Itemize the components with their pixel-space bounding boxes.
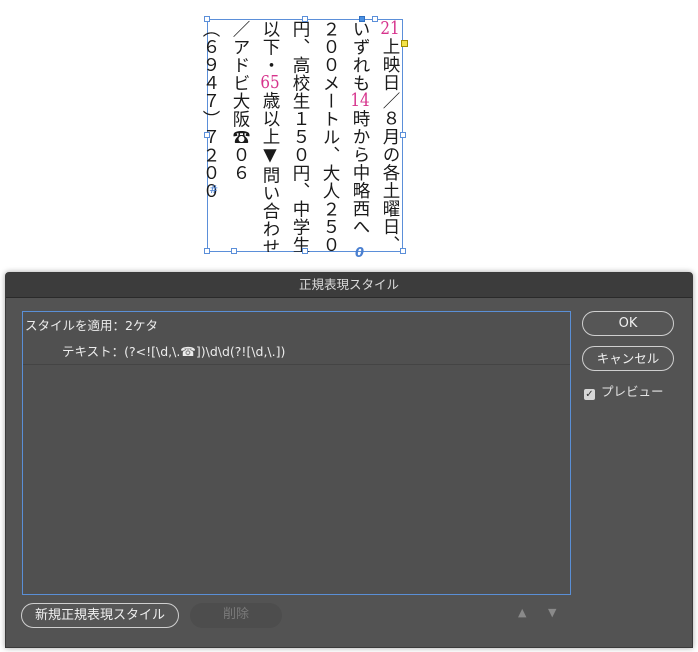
text-run: 円、高校生１５０円、中学生 bbox=[290, 20, 310, 252]
text-column: 以下・65歳以上▼問い合わせ bbox=[255, 20, 285, 252]
handle-bottom-center[interactable] bbox=[231, 248, 237, 254]
text-column: いずれも14時から中略西へ bbox=[345, 20, 375, 252]
preview-checkbox[interactable]: ✓ プレビュー bbox=[584, 384, 664, 400]
story-end-mark: # bbox=[209, 183, 219, 196]
preview-label: プレビュー bbox=[601, 384, 664, 399]
handle-middle-left[interactable] bbox=[204, 132, 210, 138]
text-run: 以下・ bbox=[260, 20, 280, 74]
corner-options-handle[interactable] bbox=[401, 40, 408, 47]
regex-style-list[interactable]: スタイルを適用：2ケタ テキスト：(?<![\d,\.☎])\d\d(?![\d… bbox=[22, 311, 571, 595]
text-column: 円、高校生１５０円、中学生 bbox=[285, 20, 315, 252]
overset-port-mark[interactable]: 0 bbox=[355, 246, 364, 261]
text-run: 上映日／８月の各土曜日、 bbox=[380, 37, 400, 253]
list-item-text-pattern[interactable]: テキスト：(?<![\d,\.☎])\d\d(?![\d,\.]) bbox=[23, 338, 570, 365]
text-run: （６９４７）７２００ bbox=[200, 20, 220, 200]
text-run: いずれも bbox=[350, 20, 370, 92]
highlighted-digits: 14 bbox=[350, 92, 370, 110]
highlighted-digits: 65 bbox=[260, 74, 280, 92]
text-run: ／アドビ大阪☎０６ bbox=[230, 20, 250, 182]
in-port-handle[interactable] bbox=[359, 16, 365, 22]
regex-style-dialog: 正規表現スタイル スタイルを適用：2ケタ テキスト：(?<![\d,\.☎])\… bbox=[5, 272, 693, 648]
cancel-button[interactable]: キャンセル bbox=[582, 346, 674, 371]
text-run: 歳以上▼問い合わせ bbox=[260, 91, 280, 253]
ok-button[interactable]: OK bbox=[582, 311, 674, 336]
new-regex-style-button[interactable]: 新規正規表現スタイル bbox=[21, 603, 179, 628]
text-column: （６９４７）７２００ bbox=[195, 20, 225, 252]
highlighted-digits: 21 bbox=[380, 20, 400, 38]
handle-middle-right[interactable] bbox=[400, 132, 406, 138]
dialog-title: 正規表現スタイル bbox=[6, 273, 692, 298]
handle-bottom-right[interactable] bbox=[400, 248, 406, 254]
handle-top-right[interactable] bbox=[372, 16, 378, 22]
handle-top-center[interactable] bbox=[302, 16, 308, 22]
handle-top-left[interactable] bbox=[204, 16, 210, 22]
checkbox-icon[interactable]: ✓ bbox=[584, 389, 595, 400]
delete-button: 削除 bbox=[190, 603, 282, 628]
move-down-icon[interactable]: ▼ bbox=[548, 606, 556, 619]
document-canvas: 21上映日／８月の各土曜日、 いずれも14時から中略西へ ２００メートル、大人２５０… bbox=[0, 0, 698, 270]
handle-bottom-center-2[interactable] bbox=[302, 248, 308, 254]
handle-bottom-left[interactable] bbox=[204, 248, 210, 254]
text-run: 時から中略西へ bbox=[350, 109, 370, 236]
list-item-apply-style[interactable]: スタイルを適用：2ケタ bbox=[23, 312, 570, 339]
text-column: ２００メートル、大人２５０ bbox=[315, 20, 345, 252]
text-frame[interactable]: 21上映日／８月の各土曜日、 いずれも14時から中略西へ ２００メートル、大人２５０… bbox=[200, 16, 408, 261]
move-up-icon[interactable]: ▲ bbox=[518, 606, 526, 619]
text-run: ２００メートル、大人２５０ bbox=[320, 20, 340, 252]
text-column: ／アドビ大阪☎０６ bbox=[225, 20, 255, 252]
